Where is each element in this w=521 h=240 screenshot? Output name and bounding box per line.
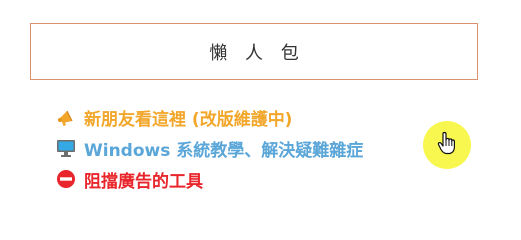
cursor-highlight (423, 121, 471, 169)
no-entry-icon (56, 169, 76, 189)
widget-title: 懶 人 包 (209, 42, 305, 64)
link-windows-tutorials[interactable]: Windows 系統教學、解決疑難雜症 (56, 135, 363, 161)
link-list: 新朋友看這裡 (改版維護中) Windows 系統教學、解決疑難雜症 阻擋廣告的… (56, 104, 363, 197)
megaphone-icon (56, 107, 76, 127)
link-ad-blockers[interactable]: 阻擋廣告的工具 (56, 166, 363, 192)
hand-pointer-icon (436, 131, 458, 159)
link-windows-tutorials-label: Windows 系統教學、解決疑難雜症 (84, 140, 364, 161)
lazy-pack-widget: 懶 人 包 新朋友看這裡 (改版維護中) Windows 系統教學、解決疑難雜症… (0, 0, 521, 212)
link-new-friends[interactable]: 新朋友看這裡 (改版維護中) (56, 104, 363, 130)
widget-title-box: 懶 人 包 (30, 23, 478, 80)
computer-monitor-icon (56, 138, 76, 158)
link-ad-blockers-label: 阻擋廣告的工具 (84, 171, 203, 192)
link-new-friends-label: 新朋友看這裡 (改版維護中) (84, 109, 293, 130)
